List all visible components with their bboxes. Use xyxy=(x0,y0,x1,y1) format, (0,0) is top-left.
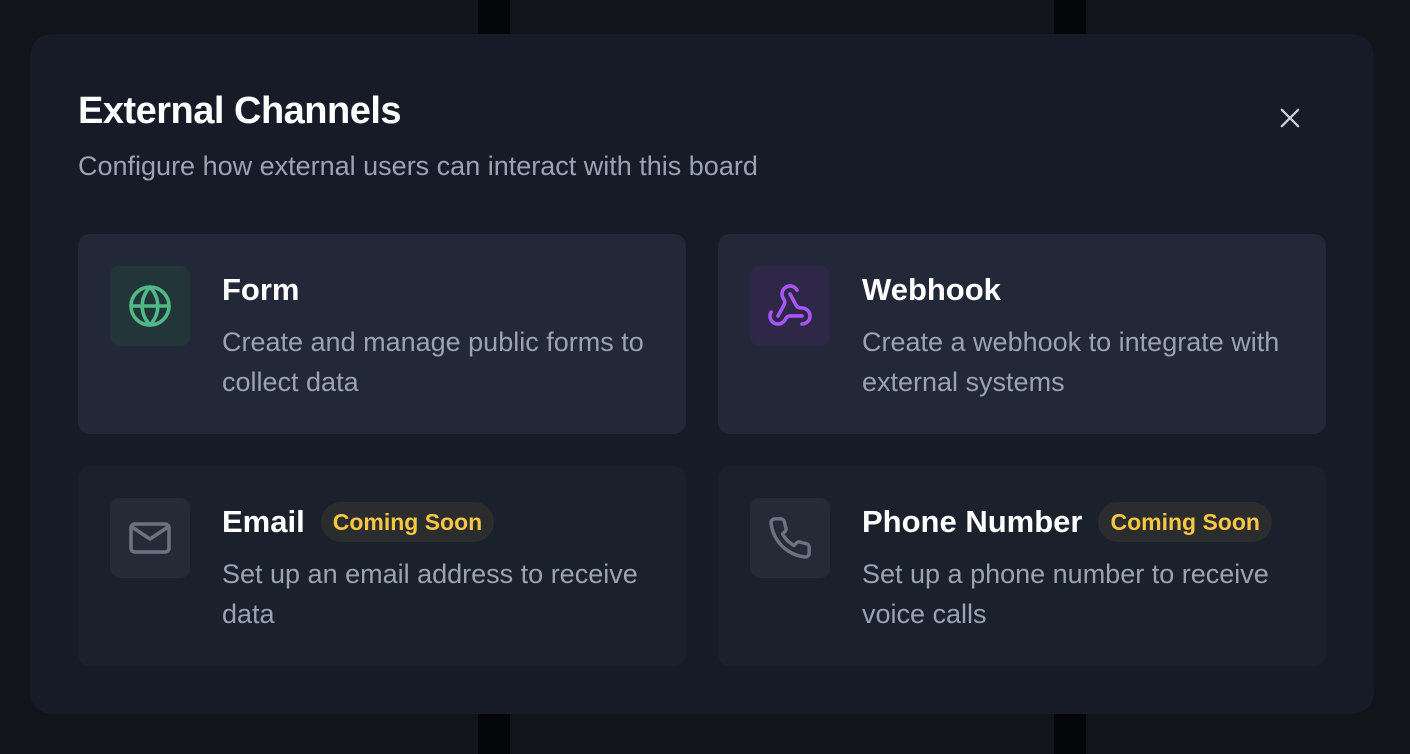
phone-icon xyxy=(769,517,811,559)
channel-card-webhook[interactable]: Webhook Create a webhook to integrate wi… xyxy=(718,234,1326,434)
globe-icon xyxy=(129,285,171,327)
dialog-subtitle: Configure how external users can interac… xyxy=(78,151,758,181)
channel-card-email: Email Coming Soon Set up an email addres… xyxy=(78,466,686,666)
form-icon-box xyxy=(110,266,190,346)
webhook-icon xyxy=(768,284,812,326)
external-channels-dialog: External Channels Configure how external… xyxy=(30,34,1374,714)
dialog-title: External Channels xyxy=(78,90,402,132)
close-button[interactable] xyxy=(1270,98,1310,138)
coming-soon-badge: Coming Soon xyxy=(320,502,495,542)
channel-title: Form xyxy=(222,272,300,307)
close-icon xyxy=(1280,108,1300,128)
channel-description: Create a webhook to integrate with exter… xyxy=(862,327,1280,397)
webhook-icon-box xyxy=(750,266,830,346)
phone-icon-box xyxy=(750,498,830,578)
channel-title: Email xyxy=(222,504,305,539)
channel-card-phone: Phone Number Coming Soon Set up a phone … xyxy=(718,466,1326,666)
channel-description: Set up an email address to receive data xyxy=(222,559,638,629)
channel-title: Phone Number xyxy=(862,504,1083,539)
channel-title: Webhook xyxy=(862,272,1001,307)
channel-card-form[interactable]: Form Create and manage public forms to c… xyxy=(78,234,686,434)
channel-description: Create and manage public forms to collec… xyxy=(222,327,644,397)
mail-icon xyxy=(129,522,171,554)
email-icon-box xyxy=(110,498,190,578)
coming-soon-badge: Coming Soon xyxy=(1098,502,1272,542)
channel-description: Set up a phone number to receive voice c… xyxy=(862,559,1269,629)
